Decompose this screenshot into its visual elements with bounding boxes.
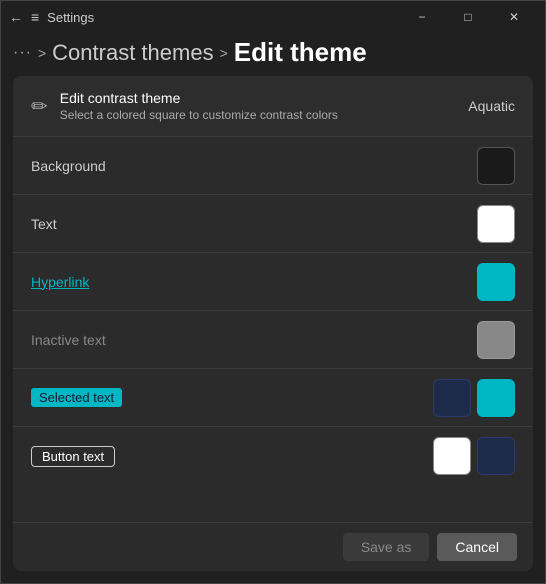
selected-text-badge: Selected text (31, 388, 122, 407)
text-swatch-1[interactable] (477, 205, 515, 243)
window-title: Settings (47, 10, 94, 25)
theme-name: Aquatic (468, 98, 515, 114)
header-text: Edit contrast theme Select a colored squ… (60, 90, 338, 122)
button-text-label: Button text (31, 446, 433, 467)
window-controls: − □ ✕ (399, 1, 537, 33)
text-swatches (477, 205, 515, 243)
hyperlink-swatch-1[interactable] (477, 263, 515, 301)
minimize-button[interactable]: − (399, 1, 445, 33)
title-bar: ← ≡ Settings − □ ✕ (1, 1, 545, 33)
button-text-badge: Button text (31, 446, 115, 467)
nav-dots[interactable]: ··· (13, 44, 32, 62)
back-icon[interactable]: ← (9, 9, 23, 25)
button-text-swatch-2[interactable] (477, 437, 515, 475)
inactive-text-row: Inactive text (13, 311, 533, 369)
app-window: ← ≡ Settings − □ ✕ ··· > Contrast themes… (0, 0, 546, 584)
cancel-button[interactable]: Cancel (437, 533, 517, 561)
maximize-button[interactable]: □ (445, 1, 491, 33)
close-button[interactable]: ✕ (491, 1, 537, 33)
selected-text-swatch-2[interactable] (477, 379, 515, 417)
button-text-swatches (433, 437, 515, 475)
button-text-row: Button text (13, 427, 533, 485)
text-label: Text (31, 216, 477, 232)
inactive-text-swatches (477, 321, 515, 359)
header-subtitle: Select a colored square to customize con… (60, 108, 338, 122)
breadcrumb-parent[interactable]: Contrast themes (52, 40, 213, 66)
header-left: ✏ Edit contrast theme Select a colored s… (31, 90, 338, 122)
inactive-text-label: Inactive text (31, 332, 477, 348)
background-swatches (477, 147, 515, 185)
selected-text-label: Selected text (31, 388, 433, 407)
color-rows: Background Text Hyperlink (13, 137, 533, 522)
content-area: ✏ Edit contrast theme Select a colored s… (13, 76, 533, 571)
background-swatch-1[interactable] (477, 147, 515, 185)
hyperlink-label[interactable]: Hyperlink (31, 274, 477, 290)
save-as-button[interactable]: Save as (343, 533, 430, 561)
nav-bar: ··· > Contrast themes > Edit theme (1, 33, 545, 76)
hamburger-icon[interactable]: ≡ (31, 9, 39, 25)
text-row: Text (13, 195, 533, 253)
edit-icon: ✏ (31, 94, 48, 119)
nav-chevron-1: > (38, 45, 46, 61)
title-bar-left: ← ≡ Settings (9, 9, 399, 25)
background-row: Background (13, 137, 533, 195)
theme-header: ✏ Edit contrast theme Select a colored s… (13, 76, 533, 137)
selected-text-swatches (433, 379, 515, 417)
footer: Save as Cancel (13, 522, 533, 571)
button-text-swatch-1[interactable] (433, 437, 471, 475)
background-label: Background (31, 158, 477, 174)
hyperlink-row: Hyperlink (13, 253, 533, 311)
inactive-text-swatch-1[interactable] (477, 321, 515, 359)
selected-text-row: Selected text (13, 369, 533, 427)
breadcrumb-current: Edit theme (234, 37, 367, 68)
hyperlink-swatches (477, 263, 515, 301)
selected-text-swatch-1[interactable] (433, 379, 471, 417)
nav-chevron-2: > (220, 45, 228, 61)
header-title: Edit contrast theme (60, 90, 338, 106)
